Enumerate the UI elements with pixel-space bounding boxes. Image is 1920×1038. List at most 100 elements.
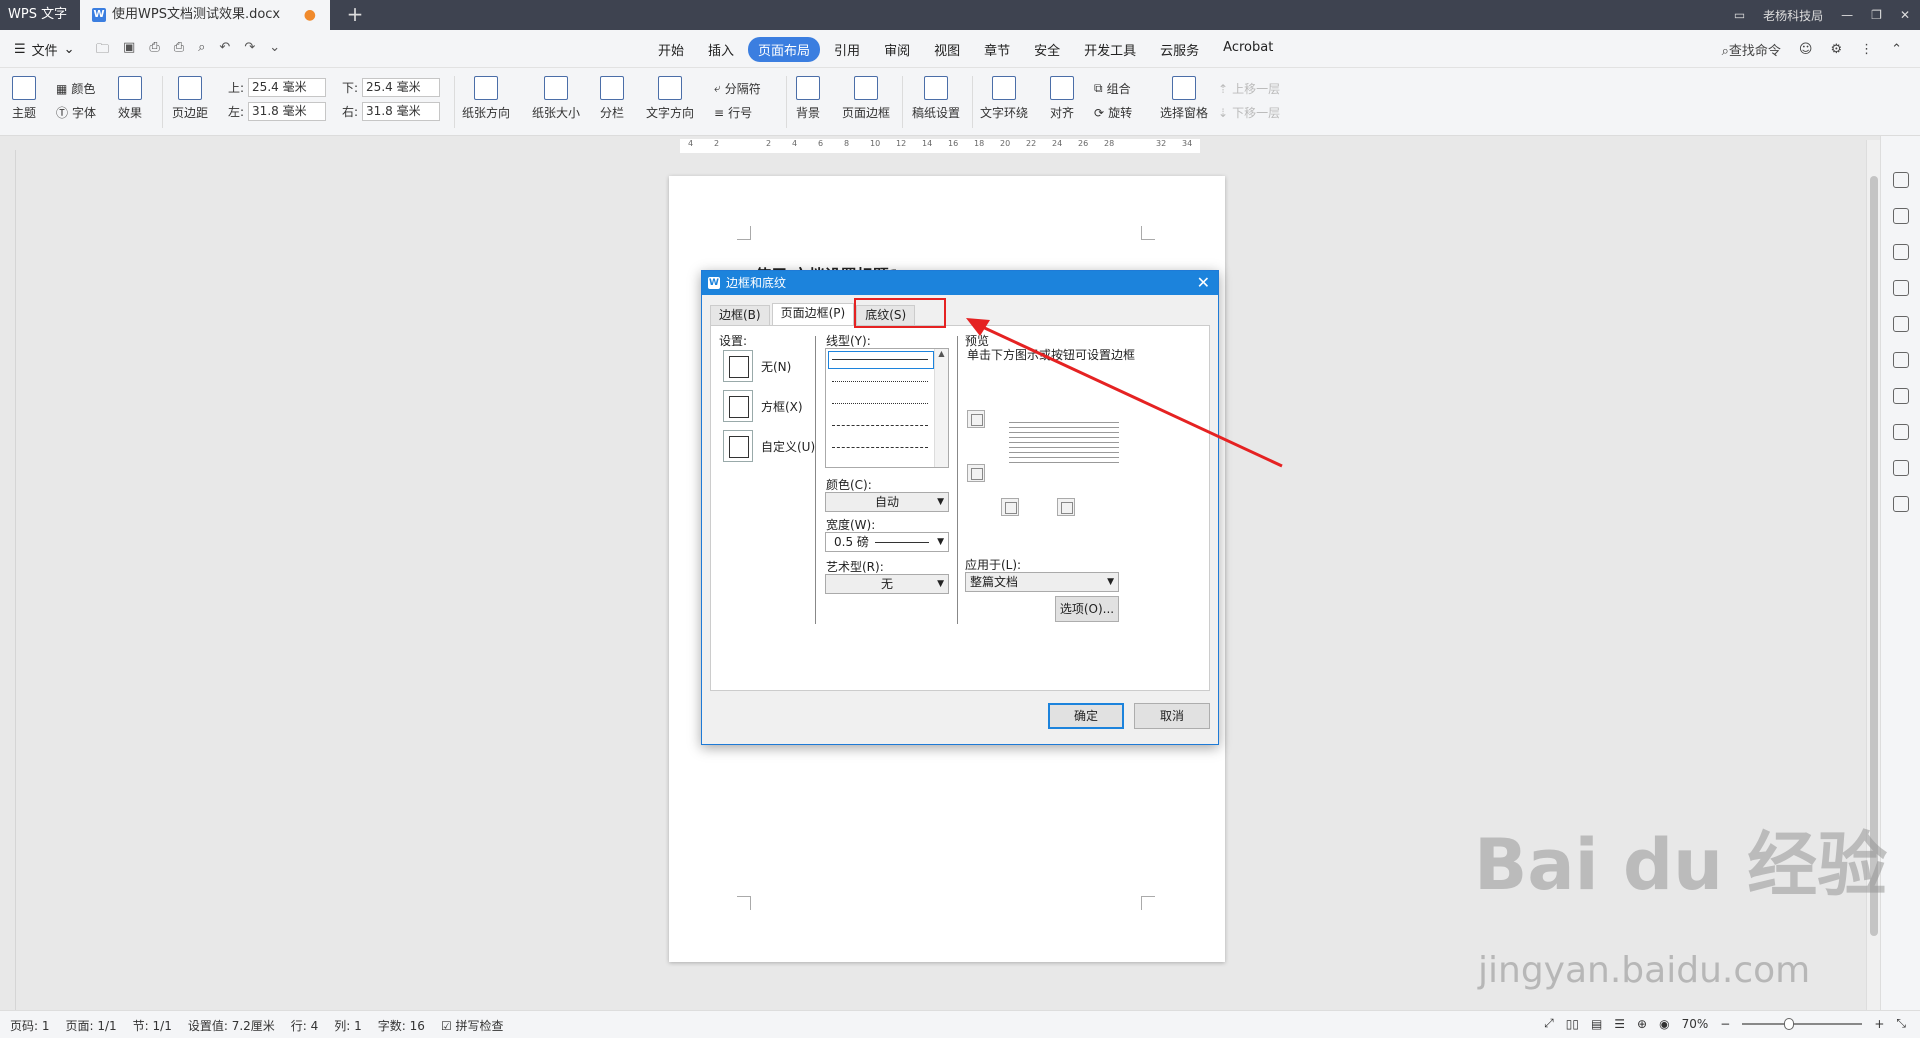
color-select[interactable]: 自动 ▼	[825, 492, 949, 512]
zoom-level[interactable]: 70%	[1682, 1017, 1709, 1031]
tab-home[interactable]: 开始	[648, 37, 694, 62]
dialog-title-bar[interactable]: W 边框和底纹 ✕	[702, 271, 1218, 295]
line-style-dashed[interactable]	[832, 425, 928, 426]
spell-check[interactable]: ☑ 拼写检查	[441, 1017, 504, 1034]
export-pdf-icon[interactable]: ⎙	[149, 40, 159, 62]
history-icon[interactable]	[1893, 424, 1909, 440]
separator-button[interactable]: ⤶ 分隔符	[714, 80, 761, 97]
print-preview-icon[interactable]: ⌕	[198, 40, 205, 62]
rotate-button[interactable]: ⟳ 旋转	[1094, 104, 1132, 121]
send-backward-button[interactable]: ⇣ 下移一层	[1218, 104, 1280, 121]
apply-to-select[interactable]: 整篇文档 ▼	[965, 572, 1119, 592]
theme-button[interactable]: 主题	[12, 76, 36, 121]
text-direction-button[interactable]: 文字方向	[646, 76, 694, 121]
tab-view[interactable]: 视图	[924, 37, 970, 62]
right-margin-input[interactable]: 31.8 毫米	[362, 102, 441, 121]
eye-protect-icon[interactable]: ◉	[1659, 1017, 1669, 1031]
status-setting[interactable]: 设置值: 7.2厘米	[188, 1017, 275, 1034]
line-style-scrollbar[interactable]: ▲	[934, 349, 948, 467]
pen-icon[interactable]	[1893, 172, 1909, 188]
user-name[interactable]: 老杨科技局	[1763, 7, 1823, 24]
feedback-icon[interactable]: ☺	[1799, 42, 1813, 57]
redo-icon[interactable]: ↷	[244, 40, 255, 62]
right-border-toggle[interactable]	[1057, 498, 1075, 516]
search-command[interactable]: ⌕查找命令	[1722, 40, 1781, 59]
open-icon[interactable]: 🗀	[96, 40, 109, 62]
minimize-icon[interactable]: —	[1841, 8, 1853, 22]
line-style-selected[interactable]	[828, 351, 934, 369]
bottom-margin-input[interactable]: 25.4 毫米	[362, 78, 441, 97]
tab-cloud[interactable]: 云服务	[1150, 37, 1209, 62]
outline-icon[interactable]	[1893, 352, 1909, 368]
collapse-ribbon-icon[interactable]: ⌃	[1891, 42, 1902, 57]
select-icon[interactable]	[1893, 208, 1909, 224]
tab-developer[interactable]: 开发工具	[1074, 37, 1146, 62]
read-mode-icon[interactable]: ▯▯	[1566, 1017, 1579, 1031]
tab-review[interactable]: 审阅	[874, 37, 920, 62]
page-view-icon[interactable]: ▤	[1591, 1017, 1602, 1031]
line-number-button[interactable]: ≡ 行号	[714, 104, 752, 121]
tab-page-border[interactable]: 页面边框(P)	[771, 303, 855, 325]
effect-button[interactable]: 效果	[118, 76, 142, 121]
document-tab[interactable]: W 使用WPS文档测试效果.docx ●	[80, 0, 330, 30]
scroll-up-icon[interactable]: ▲	[938, 349, 944, 358]
line-style-solid[interactable]	[832, 359, 928, 360]
line-style-dotted[interactable]	[832, 381, 928, 382]
top-margin-input[interactable]: 25.4 毫米	[248, 78, 327, 97]
zoom-in-icon[interactable]: +	[1874, 1017, 1884, 1031]
top-border-toggle[interactable]	[967, 410, 985, 428]
status-pages[interactable]: 页面: 1/1	[66, 1017, 117, 1034]
tab-page-layout[interactable]: 页面布局	[748, 37, 821, 62]
tab-borders[interactable]: 边框(B)	[710, 305, 770, 325]
translate-icon[interactable]	[1893, 280, 1909, 296]
wrap-button[interactable]: 文字环绕	[980, 76, 1028, 121]
outline-view-icon[interactable]: ☰	[1614, 1017, 1625, 1031]
background-button[interactable]: 背景	[796, 76, 820, 121]
setting-custom[interactable]: 自定义(U)	[723, 430, 815, 462]
gallery-icon[interactable]	[1893, 460, 1909, 476]
status-col[interactable]: 列: 1	[334, 1017, 362, 1034]
vertical-ruler[interactable]	[0, 150, 16, 1010]
zoom-slider-knob[interactable]	[1784, 1017, 1795, 1030]
zoom-slider[interactable]	[1742, 1017, 1863, 1030]
fullscreen-icon[interactable]: ⤢	[1544, 1016, 1554, 1031]
close-window-icon[interactable]: ✕	[1900, 8, 1910, 22]
maximize-icon[interactable]: ❐	[1871, 8, 1882, 22]
tablet-mode-icon[interactable]: ▭	[1734, 8, 1745, 22]
color-button[interactable]: ▦ 颜色	[56, 80, 95, 97]
width-select[interactable]: 0.5 磅 ▼	[825, 532, 949, 552]
more-icon[interactable]: ⋮	[1860, 42, 1873, 57]
line-style-dash-dot[interactable]	[832, 447, 928, 448]
tab-insert[interactable]: 插入	[698, 37, 744, 62]
preview-area[interactable]	[1009, 422, 1119, 478]
font-button[interactable]: Ⓣ 字体	[56, 104, 96, 121]
settings-gear-icon[interactable]: ⚙	[1830, 42, 1842, 57]
tab-chapter[interactable]: 章节	[974, 37, 1020, 62]
lock-icon[interactable]	[1893, 244, 1909, 260]
cancel-button[interactable]: 取消	[1134, 703, 1210, 729]
scroll-thumb[interactable]	[1870, 176, 1878, 936]
save-icon[interactable]: ▣	[123, 40, 135, 62]
bottom-border-toggle[interactable]	[967, 464, 985, 482]
zoom-out-icon[interactable]: −	[1720, 1017, 1730, 1031]
file-menu[interactable]: ☰ 文件 ⌄	[14, 40, 75, 59]
line-style-fine-dot[interactable]	[832, 403, 928, 404]
status-section[interactable]: 节: 1/1	[133, 1017, 172, 1034]
bring-forward-button[interactable]: ⇡ 上移一层	[1218, 80, 1280, 97]
art-select[interactable]: 无 ▼	[825, 574, 949, 594]
undo-icon[interactable]: ↶	[219, 40, 230, 62]
align-button[interactable]: 对齐	[1050, 76, 1074, 121]
status-row[interactable]: 行: 4	[291, 1017, 319, 1034]
web-view-icon[interactable]: ⊕	[1637, 1017, 1647, 1031]
new-tab-button[interactable]: +	[340, 0, 370, 30]
select-pane-button[interactable]: 选择窗格	[1160, 76, 1208, 121]
ok-button[interactable]: 确定	[1048, 703, 1124, 729]
customize-icon[interactable]: ⌄	[269, 40, 280, 62]
left-margin-input[interactable]: 31.8 毫米	[248, 102, 327, 121]
print-icon[interactable]: ⎙	[174, 40, 184, 62]
manuscript-button[interactable]: 稿纸设置	[912, 76, 960, 121]
horizontal-ruler[interactable]: 4 2 2 4 6 8 10 12 14 16 18 20 22 24 26 2…	[20, 136, 1880, 156]
paper-size-button[interactable]: 纸张大小	[532, 76, 580, 121]
group-button[interactable]: ⧉ 组合	[1094, 80, 1131, 97]
columns-button[interactable]: 分栏	[600, 76, 624, 121]
